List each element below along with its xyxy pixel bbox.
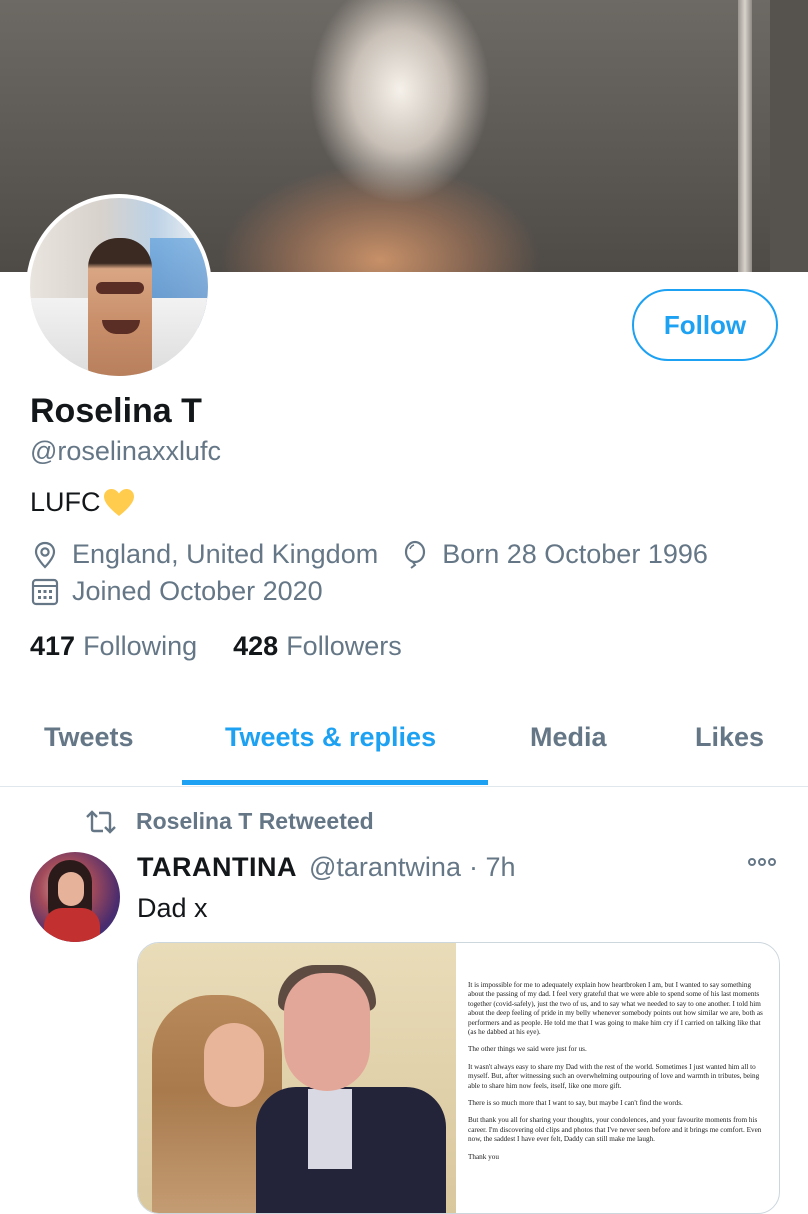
profile-name: Roselina T xyxy=(30,392,202,430)
profile-location: England, United Kingdom xyxy=(72,539,379,569)
avatar-photo xyxy=(30,198,208,376)
follow-counts: 417 Following 428 Followers xyxy=(30,631,438,662)
profile-meta-row: Joined October 2020 xyxy=(30,576,323,607)
tweet-time[interactable]: · 7h xyxy=(469,852,516,883)
tweet-letter-image: It is impossible for me to adequately ex… xyxy=(468,981,768,1170)
letter-paragraph: But thank you all for sharing your thoug… xyxy=(468,1116,762,1144)
calendar-icon xyxy=(31,578,59,605)
tweet-media[interactable]: It is impossible for me to adequately ex… xyxy=(137,942,780,1214)
tweet-text: Dad x xyxy=(137,893,208,923)
follow-button[interactable]: Follow xyxy=(632,289,778,361)
profile-tabs: Tweets Tweets & replies Media Likes xyxy=(0,700,808,787)
profile-joined: Joined October 2020 xyxy=(72,576,323,606)
tweet-header: TARANTINA @tarantwina · 7h xyxy=(137,852,516,883)
followers-label: Followers xyxy=(286,631,402,661)
tab-likes[interactable]: Likes xyxy=(695,722,764,753)
followers-link[interactable]: 428 Followers xyxy=(233,631,402,662)
profile-meta-row: England, United Kingdom Born 28 October … xyxy=(30,539,708,570)
banner-detail xyxy=(770,0,808,272)
retweet-context[interactable]: Roselina T Retweeted xyxy=(84,808,374,835)
followers-count: 428 xyxy=(233,631,279,661)
profile-birthday: Born 28 October 1996 xyxy=(442,539,708,569)
yellow-heart-icon xyxy=(103,488,134,516)
profile-avatar[interactable] xyxy=(26,194,212,380)
following-count: 417 xyxy=(30,631,76,661)
more-icon[interactable] xyxy=(748,858,776,866)
letter-paragraph: It wasn't always easy to share my Dad wi… xyxy=(468,1062,760,1090)
letter-paragraph: Thank you xyxy=(468,1152,499,1161)
tweet-photo xyxy=(138,943,456,1213)
banner-detail xyxy=(738,0,752,272)
profile-handle: @roselinaxxlufc xyxy=(30,436,221,466)
retweet-icon xyxy=(86,809,116,834)
retweet-label: Roselina T Retweeted xyxy=(136,808,374,834)
tab-tweets[interactable]: Tweets xyxy=(44,722,134,753)
following-label: Following xyxy=(83,631,198,661)
tweet-author-avatar[interactable] xyxy=(30,852,120,942)
bio-text: LUFC xyxy=(30,487,101,517)
location-pin-icon xyxy=(34,541,56,569)
following-link[interactable]: 417 Following xyxy=(30,631,197,662)
active-tab-indicator xyxy=(182,780,488,785)
tab-tweets-and-replies[interactable]: Tweets & replies xyxy=(225,722,436,753)
tab-media[interactable]: Media xyxy=(530,722,607,753)
letter-paragraph: There is so much more that I want to say… xyxy=(468,1099,683,1108)
tweet-author-handle[interactable]: @tarantwina xyxy=(309,852,461,883)
letter-paragraph: The other things we said were just for u… xyxy=(468,1045,587,1054)
tweet-author-name[interactable]: TARANTINA xyxy=(137,852,297,883)
letter-paragraph: It is impossible for me to adequately ex… xyxy=(468,981,763,1037)
profile-bio: LUFC xyxy=(30,487,135,518)
balloon-icon xyxy=(405,540,426,569)
